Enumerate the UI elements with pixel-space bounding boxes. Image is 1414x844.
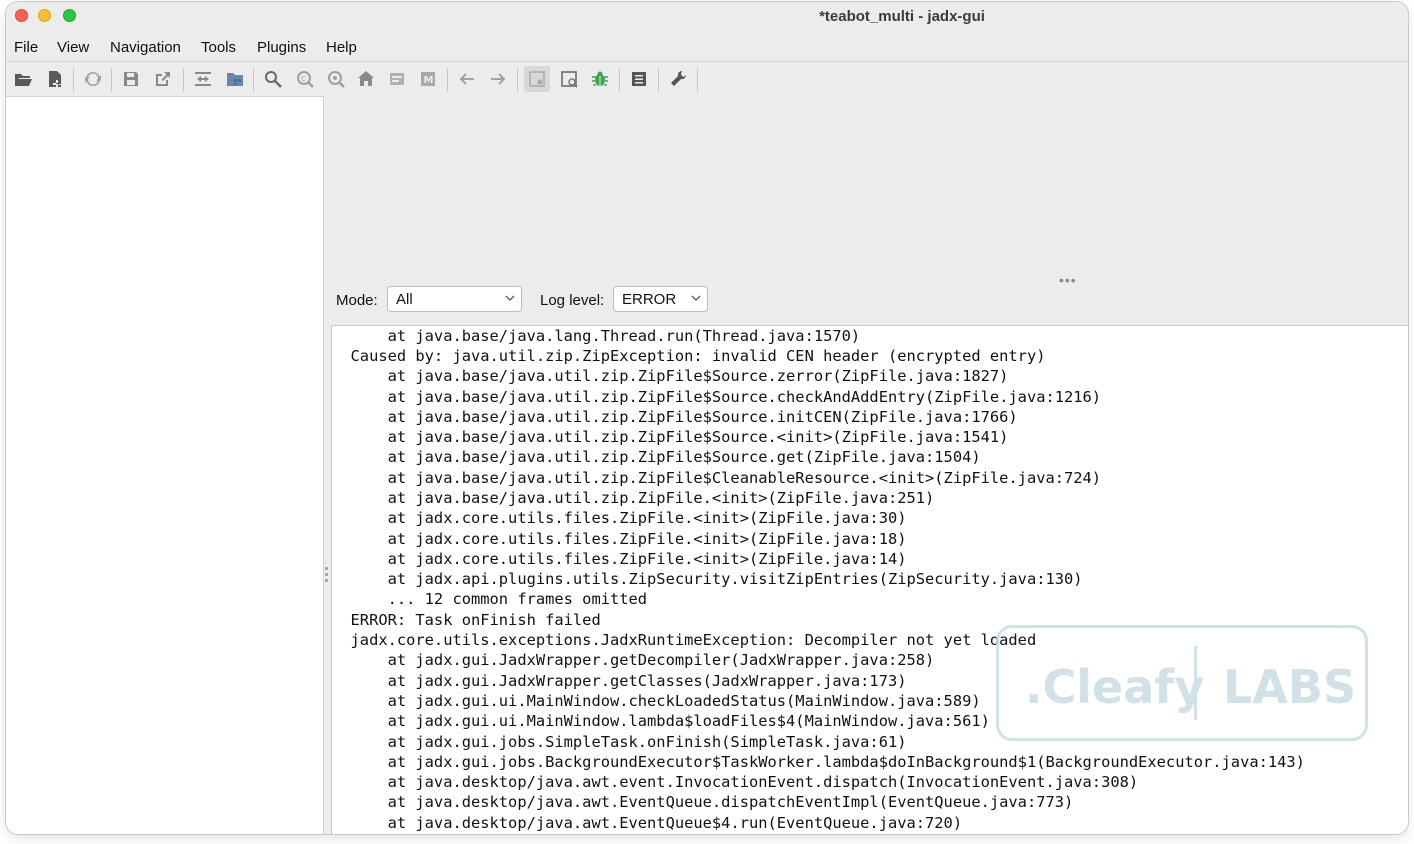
menu-help[interactable]: Help xyxy=(326,39,357,56)
log-line: at java.base/java.util.zip.ZipFile$Sourc… xyxy=(332,428,1009,446)
log-line: at jadx.gui.jobs.SimpleTask.onFinish(Sim… xyxy=(332,733,907,751)
export-icon[interactable] xyxy=(152,68,174,90)
svg-text:M: M xyxy=(424,75,434,86)
menu-plugins[interactable]: Plugins xyxy=(257,39,306,56)
log-line: Caused by: java.util.zip.ZipException: i… xyxy=(332,347,1046,365)
menu-navigation[interactable]: Navigation xyxy=(110,39,181,56)
smali-icon[interactable]: M xyxy=(417,68,439,90)
log-line: ERROR: Task onFinish failed xyxy=(332,611,601,629)
log-line: at jadx.gui.ui.MainWindow.lambda$loadFil… xyxy=(332,712,990,730)
watermark-divider xyxy=(1194,646,1197,720)
watermark-labs: LABS xyxy=(1223,660,1357,714)
log-level-select-value: ERROR xyxy=(622,291,677,308)
split-pane-divider[interactable] xyxy=(325,567,329,585)
mode-select-value: All xyxy=(396,291,413,308)
back-icon[interactable] xyxy=(456,68,478,90)
watermark-brand: .Cleafy xyxy=(1025,660,1205,714)
project-tree-panel[interactable] xyxy=(6,96,324,834)
log-line: at java.base/java.lang.Thread.run(Thread… xyxy=(332,327,861,345)
window-title: *teabot_multi - jadx-gui xyxy=(819,8,985,25)
log-line: at jadx.gui.JadxWrapper.getDecompiler(Ja… xyxy=(332,651,935,669)
horizontal-split-handle[interactable]: ••• xyxy=(1059,272,1077,288)
log-line: at jadx.gui.JadxWrapper.getClasses(JadxW… xyxy=(332,672,907,690)
log-line: at java.base/java.util.zip.ZipFile$Sourc… xyxy=(332,408,1018,426)
sync-with-editor-icon[interactable] xyxy=(192,68,214,90)
forward-icon[interactable] xyxy=(487,68,509,90)
log-line: ... 12 common frames omitted xyxy=(332,590,648,608)
mode-select[interactable]: All xyxy=(387,286,522,312)
log-line: at jadx.core.utils.files.ZipFile.<init>(… xyxy=(332,509,907,527)
svg-text:C: C xyxy=(301,75,306,83)
menu-view[interactable]: View xyxy=(57,39,89,56)
deobfuscation-icon[interactable] xyxy=(386,68,408,90)
preferences-icon[interactable] xyxy=(667,68,689,90)
log-level-label: Log level: xyxy=(540,292,605,309)
quark-icon[interactable] xyxy=(524,66,550,92)
log-line: at java.desktop/java.awt.EventQueue.disp… xyxy=(332,793,1074,811)
title-bar: *teabot_multi - jadx-gui xyxy=(6,2,1408,32)
log-line: at java.base/java.util.zip.ZipFile$Sourc… xyxy=(332,367,1009,385)
editor-area xyxy=(324,96,1408,276)
log-line: at java.desktop/java.awt.EventQueue$4.ru… xyxy=(332,814,963,832)
cleafy-labs-watermark: .Cleafy LABS xyxy=(996,625,1368,741)
log-level-select[interactable]: ERROR xyxy=(613,286,708,312)
log-line: at jadx.core.utils.files.ZipFile.<init>(… xyxy=(332,530,907,548)
mode-label: Mode: xyxy=(336,292,378,309)
decompile-all-icon[interactable] xyxy=(558,68,580,90)
open-file-icon[interactable] xyxy=(12,68,34,90)
chevron-down-icon xyxy=(691,295,701,301)
toolbar: C M xyxy=(6,62,1408,96)
text-search-icon[interactable] xyxy=(262,68,284,90)
log-text-area[interactable]: at java.base/java.lang.Thread.run(Thread… xyxy=(331,325,1408,834)
usage-search-icon[interactable] xyxy=(325,68,347,90)
menu-bar: File View Navigation Tools Plugins Help xyxy=(6,35,1408,62)
log-line: jadx.core.utils.exceptions.JadxRuntimeEx… xyxy=(332,631,1037,649)
app-window: *teabot_multi - jadx-gui File View Navig… xyxy=(6,2,1408,834)
log-line: at jadx.api.plugins.utils.ZipSecurity.vi… xyxy=(332,570,1083,588)
menu-file[interactable]: File xyxy=(14,39,38,56)
flatten-packages-icon[interactable] xyxy=(224,68,246,90)
log-line: at jadx.core.utils.files.ZipFile.<init>(… xyxy=(332,550,907,568)
log-line: at jadx.gui.jobs.BackgroundExecutor$Task… xyxy=(332,753,1305,771)
menu-tools[interactable]: Tools xyxy=(201,39,236,56)
save-all-icon[interactable] xyxy=(120,68,142,90)
home-icon[interactable] xyxy=(355,68,377,90)
log-viewer-icon[interactable] xyxy=(628,68,650,90)
log-line: at java.base/java.util.zip.ZipFile$Sourc… xyxy=(332,448,981,466)
log-line: at java.base/java.util.zip.ZipFile.<init… xyxy=(332,489,935,507)
log-line: at jadx.gui.ui.MainWindow.checkLoadedSta… xyxy=(332,692,981,710)
add-file-icon[interactable] xyxy=(44,68,66,90)
log-line: at java.base/java.util.zip.ZipFile$Clean… xyxy=(332,469,1102,487)
chevron-down-icon xyxy=(505,295,515,301)
class-search-icon[interactable]: C xyxy=(294,68,316,90)
reload-icon[interactable] xyxy=(82,68,104,90)
log-line: at java.desktop/java.awt.event.Invocatio… xyxy=(332,773,1139,791)
log-line: at java.base/java.util.zip.ZipFile$Sourc… xyxy=(332,388,1102,406)
debugger-icon[interactable] xyxy=(589,68,611,90)
